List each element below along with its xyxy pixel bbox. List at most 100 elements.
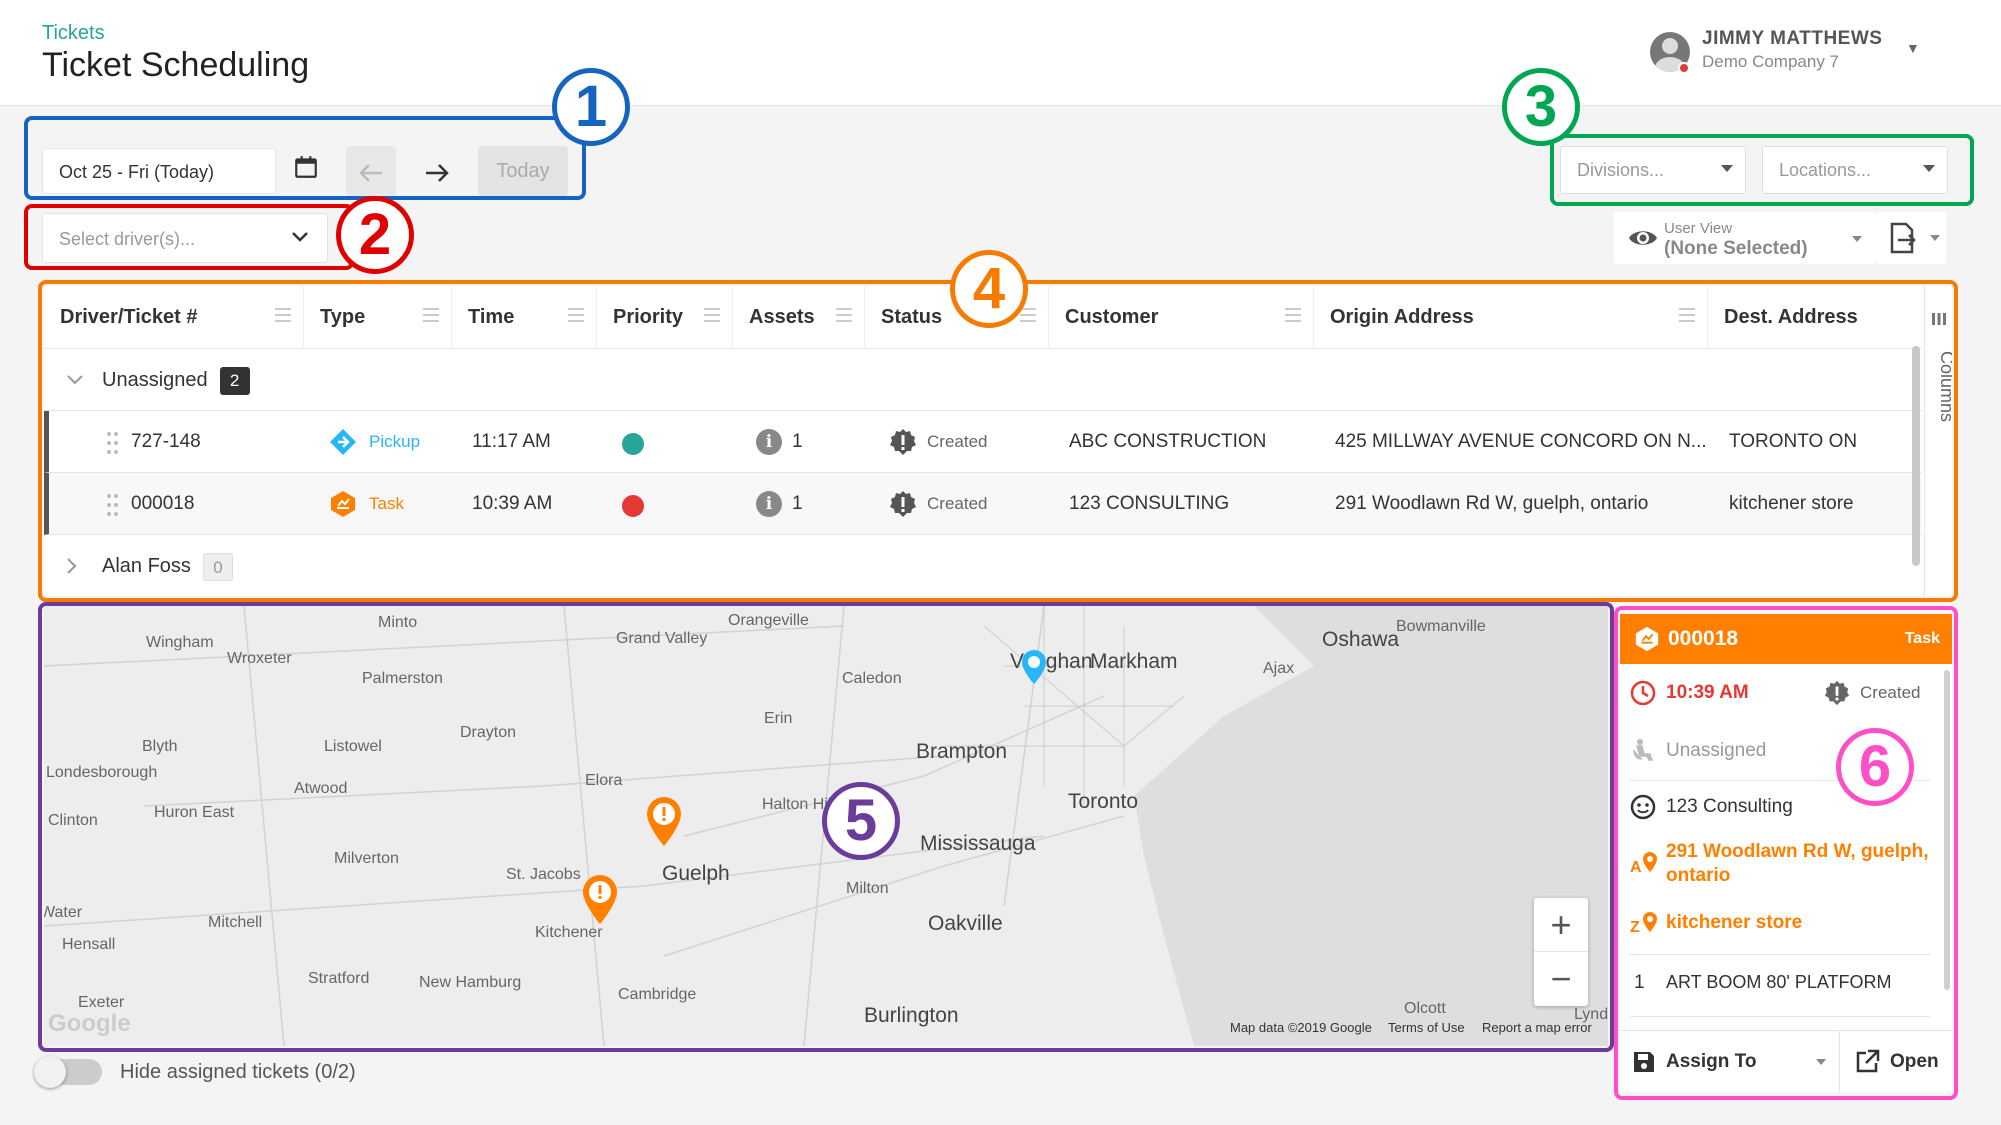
- map-zoom-controls: + −: [1534, 898, 1588, 1006]
- column-menu-icon[interactable]: [704, 308, 720, 326]
- assign-to-button[interactable]: Assign To: [1620, 1031, 1840, 1093]
- map-label: Ajax: [1263, 660, 1295, 677]
- divisions-select[interactable]: Divisions...: [1560, 146, 1746, 194]
- column-driver-ticket[interactable]: Driver/Ticket #: [44, 286, 304, 349]
- panel-dest-row[interactable]: Z kitchener store: [1630, 910, 1936, 940]
- column-assets[interactable]: Assets: [733, 286, 865, 349]
- table-row[interactable]: 000018 Task 10:39 AM i1 Created 123 CONS…: [44, 473, 1922, 535]
- asset-count: 1: [792, 431, 803, 452]
- map-label: Mitchell: [208, 914, 263, 931]
- panel-dest: kitchener store: [1666, 912, 1803, 933]
- map-label: Grand Valley: [616, 630, 708, 647]
- annotation-number-5: 5: [822, 782, 900, 860]
- date-display[interactable]: Oct 25 - Fri (Today): [42, 148, 276, 194]
- chevron-right-icon[interactable]: [66, 535, 78, 596]
- panel-asset-row: 1 ART BOOM 80' PLATFORM: [1630, 970, 1936, 1000]
- map-label: Oakville: [928, 912, 1003, 935]
- map-label: Atwood: [294, 780, 348, 797]
- map-label: Wroxeter: [227, 650, 292, 667]
- info-icon: i: [756, 428, 782, 455]
- driver-select[interactable]: Select driver(s)...: [42, 213, 328, 263]
- divisions-placeholder: Divisions...: [1577, 160, 1665, 180]
- column-origin-address[interactable]: Origin Address: [1314, 286, 1708, 349]
- map-label: Bowmanville: [1396, 618, 1486, 635]
- locations-select[interactable]: Locations...: [1762, 146, 1948, 194]
- today-button[interactable]: Today: [478, 146, 568, 196]
- column-menu-icon[interactable]: [423, 308, 439, 326]
- columns-panel-toggle[interactable]: Columns: [1924, 286, 1952, 596]
- panel-origin-row[interactable]: A 291 Woodlawn Rd W, guelph, ontario: [1630, 838, 1936, 890]
- svg-text:A: A: [1630, 859, 1642, 876]
- column-menu-icon[interactable]: [568, 308, 584, 326]
- column-menu-icon[interactable]: [275, 308, 291, 326]
- open-external-icon: [1856, 1049, 1880, 1073]
- pickup-map-marker[interactable]: [1020, 650, 1048, 686]
- panel-customer: 123 Consulting: [1666, 796, 1793, 817]
- locations-placeholder: Locations...: [1779, 160, 1872, 180]
- panel-scrollbar[interactable]: [1944, 670, 1950, 990]
- column-menu-icon[interactable]: [836, 308, 852, 326]
- hide-assigned-label: Hide assigned tickets (0/2): [120, 1061, 356, 1083]
- map-label: Mississauga: [920, 832, 1036, 855]
- drag-handle-icon[interactable]: [107, 432, 119, 454]
- map-label: Water: [44, 904, 83, 921]
- zoom-in-button[interactable]: +: [1534, 898, 1588, 952]
- drag-handle-icon[interactable]: [107, 494, 119, 516]
- priority-indicator: [622, 495, 644, 517]
- hide-assigned-toggle[interactable]: [34, 1056, 102, 1088]
- page-title: Ticket Scheduling: [42, 46, 310, 84]
- column-menu-icon[interactable]: [1285, 308, 1301, 326]
- map-label: Clinton: [48, 812, 98, 829]
- task-map-marker[interactable]: [580, 874, 620, 926]
- origin-pin-icon: A: [1630, 852, 1657, 876]
- breadcrumb-tickets[interactable]: Tickets: [42, 22, 105, 45]
- zoom-out-button[interactable]: −: [1534, 952, 1588, 1006]
- panel-ticket-number[interactable]: 000018: [1668, 627, 1738, 651]
- group-count-badge: 2: [219, 366, 250, 395]
- assign-to-label: Assign To: [1666, 1051, 1757, 1072]
- eye-icon: [1629, 231, 1657, 245]
- column-dest-address[interactable]: Dest. Address: [1708, 286, 1922, 349]
- column-customer[interactable]: Customer: [1049, 286, 1314, 349]
- ticket-time: 11:17 AM: [472, 431, 551, 452]
- column-menu-icon[interactable]: [1679, 308, 1695, 326]
- user-name: JIMMY MATTHEWS: [1702, 28, 1883, 49]
- task-map-marker[interactable]: [644, 796, 684, 848]
- columns-label: Columns: [1937, 350, 1952, 423]
- created-status-icon: [1824, 680, 1850, 706]
- panel-header: 000018 Task: [1620, 614, 1952, 664]
- prev-day-button[interactable]: [346, 146, 396, 196]
- save-icon: [1634, 1052, 1654, 1072]
- table-row[interactable]: 727-148 Pickup 11:17 AM i1 Created ABC C…: [44, 411, 1922, 473]
- user-view-select[interactable]: User View (None Selected): [1614, 212, 1876, 264]
- column-type[interactable]: Type: [304, 286, 452, 349]
- map-label: Cambridge: [618, 986, 697, 1003]
- map-report-link[interactable]: Report a map error: [1482, 1020, 1592, 1035]
- export-button[interactable]: [1876, 212, 1946, 264]
- grid-scrollbar[interactable]: [1912, 346, 1920, 566]
- column-menu-icon[interactable]: [1020, 308, 1036, 326]
- ticket-number[interactable]: 727-148: [131, 411, 201, 473]
- group-row-unassigned[interactable]: Unassigned 2: [44, 349, 1922, 411]
- calendar-icon[interactable]: [285, 150, 327, 192]
- dest-address: kitchener store: [1729, 493, 1854, 514]
- company-name: Demo Company 7: [1702, 52, 1840, 71]
- panel-asset-qty: 1: [1634, 972, 1645, 993]
- ticket-number[interactable]: 000018: [131, 473, 194, 535]
- ticket-grid: Driver/Ticket # Type Time Priority Asset…: [44, 286, 1952, 596]
- chevron-down-icon[interactable]: [66, 349, 84, 411]
- open-button[interactable]: Open: [1840, 1031, 1952, 1093]
- next-day-button[interactable]: [412, 146, 462, 196]
- column-priority[interactable]: Priority: [597, 286, 733, 349]
- export-icon: [1890, 222, 1916, 254]
- task-icon: [331, 490, 355, 517]
- column-time[interactable]: Time: [452, 286, 597, 349]
- created-status-icon: [890, 490, 916, 517]
- chevron-down-icon[interactable]: ▼: [1906, 40, 1920, 56]
- map-label: Milverton: [334, 850, 399, 867]
- group-row-alan-foss[interactable]: Alan Foss 0: [44, 535, 1922, 596]
- map-label: Olcott: [1404, 1000, 1446, 1017]
- map-label: Elora: [585, 772, 623, 789]
- map-terms-link[interactable]: Terms of Use: [1388, 1020, 1465, 1035]
- user-menu[interactable]: JIMMY MATTHEWS Demo Company 7 ▼: [1650, 28, 1930, 78]
